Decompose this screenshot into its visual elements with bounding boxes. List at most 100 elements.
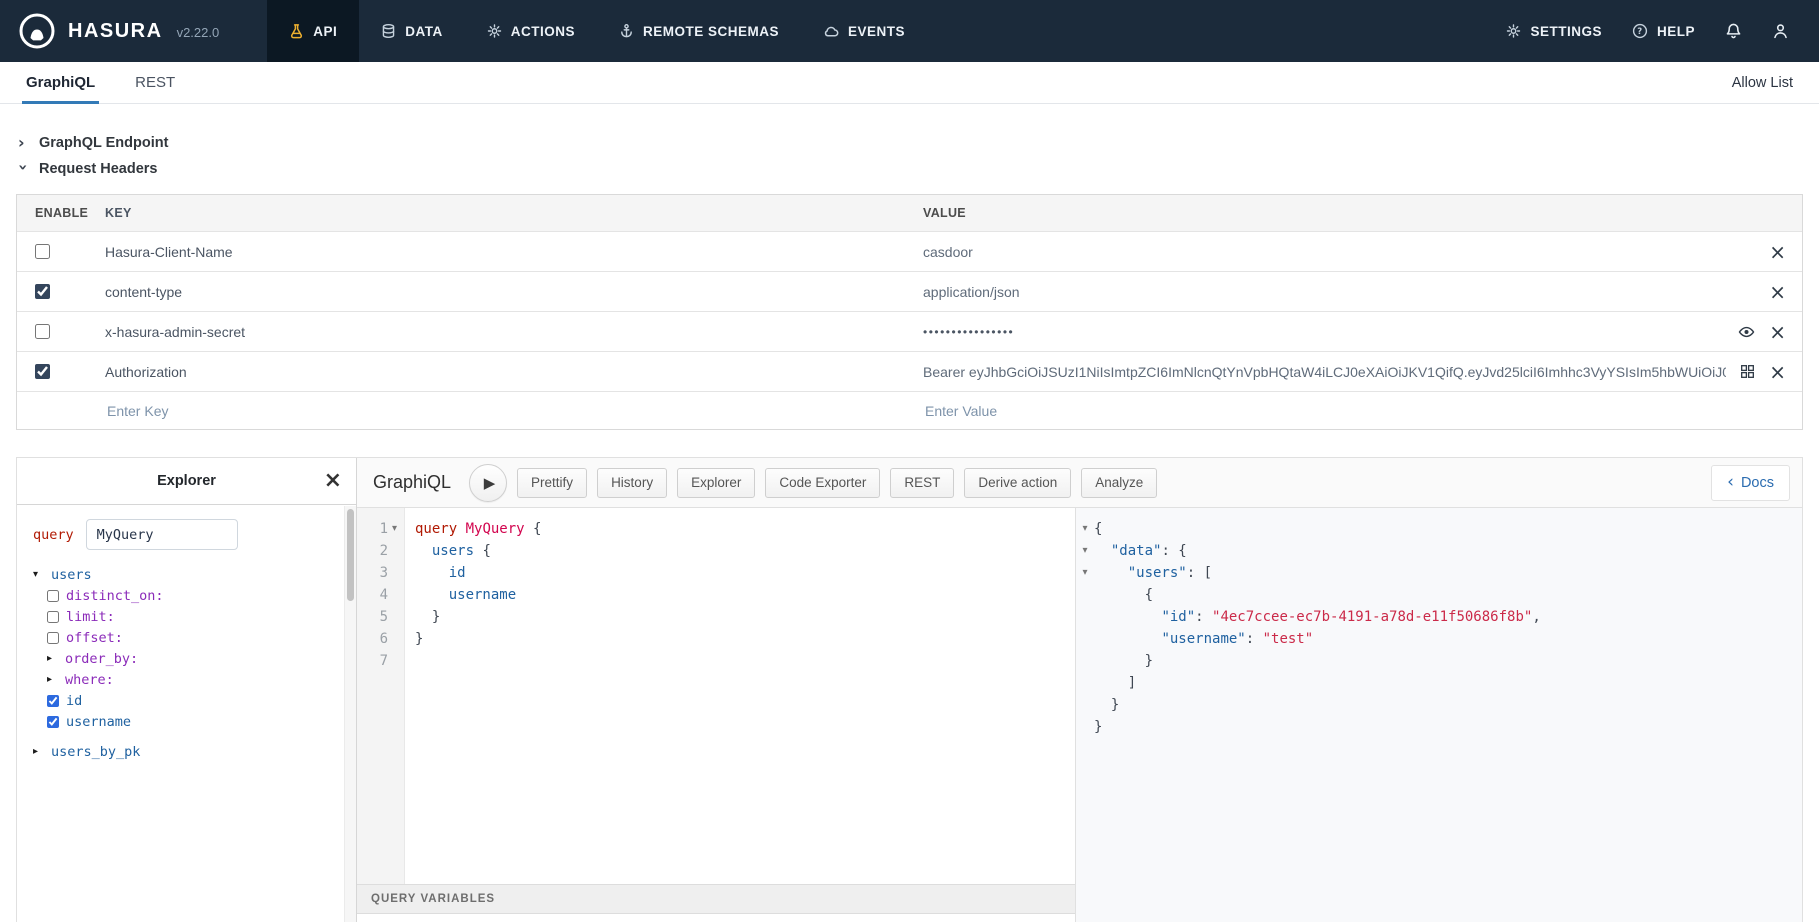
explorer-tree-item[interactable]: ▾ users xyxy=(33,564,340,585)
query-variables-bar[interactable]: QUERY VARIABLES xyxy=(357,884,1075,914)
explorer-tree-item[interactable]: distinct_on: xyxy=(33,585,340,606)
remove-header-icon[interactable]: × xyxy=(1769,362,1786,382)
fold-arrow-icon[interactable]: ▾ xyxy=(1076,540,1094,562)
user-account-icon[interactable] xyxy=(1772,22,1789,40)
field-checkbox[interactable] xyxy=(47,716,59,728)
history-button[interactable]: History xyxy=(597,468,667,498)
request-headers-toggle[interactable]: › Request Headers xyxy=(18,156,1819,182)
scrollbar-thumb[interactable] xyxy=(347,509,354,601)
query-variables-editor[interactable] xyxy=(357,914,1075,922)
nav-item-api[interactable]: API xyxy=(267,0,359,62)
header-key[interactable]: x-hasura-admin-secret xyxy=(105,324,923,340)
header-row-authorization: Authorization Bearer eyJhbGciOiJSUzI1NiI… xyxy=(17,351,1802,391)
code-line xyxy=(415,650,1075,672)
expand-arrow-icon[interactable]: ▸ xyxy=(33,746,44,757)
tab-rest[interactable]: REST xyxy=(135,62,175,103)
code-line: } xyxy=(415,628,1075,650)
fold-spacer xyxy=(1076,606,1094,628)
close-explorer-icon[interactable]: × xyxy=(324,470,342,492)
chevron-down-icon: › xyxy=(15,164,31,174)
derive-action-button[interactable]: Derive action xyxy=(964,468,1071,498)
expand-arrow-icon[interactable]: ▸ xyxy=(47,674,58,685)
expand-arrow-icon[interactable]: ▸ xyxy=(47,653,58,664)
header-value[interactable]: application/json xyxy=(923,284,1755,300)
sections: › GraphQL Endpoint › Request Headers xyxy=(0,104,1819,182)
code-line: username xyxy=(415,584,1075,606)
explorer-tree-item[interactable]: ▸users_by_pk xyxy=(33,741,340,762)
fold-spacer xyxy=(1076,628,1094,650)
tree-node-label: where: xyxy=(65,672,114,688)
header-value[interactable]: Bearer eyJhbGciOiJSUzI1NiIsImtpZCI6ImNlc… xyxy=(923,364,1726,380)
decode-jwt-icon[interactable] xyxy=(1740,364,1755,379)
enable-header-checkbox[interactable] xyxy=(35,324,50,339)
nav-item-remote-schemas[interactable]: REMOTE SCHEMAS xyxy=(597,0,801,62)
editor-code[interactable]: query MyQuery { users { id username }} xyxy=(405,508,1075,884)
prettify-button[interactable]: Prettify xyxy=(517,468,587,498)
allow-list-link[interactable]: Allow List xyxy=(1732,75,1793,91)
explorer-button[interactable]: Explorer xyxy=(677,468,755,498)
response-code: { "data": { "users": [ { "id": "4ec7ccee… xyxy=(1094,508,1802,922)
tree-node-label: order_by: xyxy=(65,651,138,667)
header-value[interactable]: casdoor xyxy=(923,244,1755,260)
graphql-endpoint-toggle[interactable]: › GraphQL Endpoint xyxy=(18,130,1819,156)
tab-graphiql[interactable]: GraphiQL xyxy=(26,62,95,103)
explorer-tree-item[interactable]: id xyxy=(33,690,340,711)
new-header-key-input[interactable] xyxy=(105,402,425,420)
new-header-value-input[interactable] xyxy=(923,402,1243,420)
query-editor[interactable]: 1▾234567 query MyQuery { users { id user… xyxy=(357,508,1075,884)
tree-node-label: users xyxy=(51,567,92,583)
tree-node-label: offset: xyxy=(66,630,123,646)
query-keyword-label: query xyxy=(33,527,74,543)
explorer-tree-item[interactable]: ▸ where: xyxy=(33,669,340,690)
collapse-arrow-icon[interactable]: ▾ xyxy=(33,569,44,580)
remove-header-icon[interactable]: × xyxy=(1769,242,1786,262)
line-number: 2 xyxy=(357,540,404,562)
analyze-button[interactable]: Analyze xyxy=(1081,468,1157,498)
code-exporter-button[interactable]: Code Exporter xyxy=(765,468,880,498)
remove-header-icon[interactable]: × xyxy=(1769,322,1786,342)
nav-right: SETTINGS ? HELP xyxy=(1506,0,1819,62)
tab-rest-label: REST xyxy=(135,74,175,91)
explorer-tree-item[interactable]: limit: xyxy=(33,606,340,627)
docs-label: Docs xyxy=(1741,475,1774,491)
editor-gutter: 1▾234567 xyxy=(357,508,405,884)
field-checkbox[interactable] xyxy=(47,611,59,623)
field-checkbox[interactable] xyxy=(47,695,59,707)
field-checkbox[interactable] xyxy=(47,590,59,602)
docs-button[interactable]: ‹ Docs xyxy=(1711,465,1790,501)
execute-query-button[interactable]: ▶ xyxy=(469,464,507,502)
nav-item-data[interactable]: DATA xyxy=(359,0,465,62)
enable-header-checkbox[interactable] xyxy=(35,364,50,379)
header-key[interactable]: Hasura-Client-Name xyxy=(105,244,923,260)
nav-item-events[interactable]: EVENTS xyxy=(801,0,927,62)
enable-header-checkbox[interactable] xyxy=(35,244,50,259)
header-row-content-type: content-type application/json × xyxy=(17,271,1802,311)
settings-label: SETTINGS xyxy=(1530,24,1602,39)
gear-icon xyxy=(1506,23,1521,39)
fold-arrow-icon[interactable]: ▾ xyxy=(1076,562,1094,584)
request-headers-label: Request Headers xyxy=(39,161,157,177)
header-value-masked[interactable]: •••••••••••••••• xyxy=(923,325,1724,339)
enable-header-checkbox[interactable] xyxy=(35,284,50,299)
operation-name-input[interactable] xyxy=(86,519,238,550)
line-number: 4 xyxy=(357,584,404,606)
explorer-tree-item[interactable]: offset: xyxy=(33,627,340,648)
rest-button[interactable]: REST xyxy=(890,468,954,498)
remove-header-icon[interactable]: × xyxy=(1769,282,1786,302)
settings-button[interactable]: SETTINGS xyxy=(1506,23,1602,39)
nav-item-actions[interactable]: ACTIONS xyxy=(465,0,597,62)
explorer-tree-item[interactable]: username xyxy=(33,711,340,732)
code-line: } xyxy=(415,606,1075,628)
brand[interactable]: HASURA v2.22.0 xyxy=(0,0,229,62)
explorer-tree-item[interactable]: ▸ order_by: xyxy=(33,648,340,669)
header-key[interactable]: Authorization xyxy=(105,364,923,380)
reveal-secret-eye-icon[interactable] xyxy=(1738,324,1755,340)
help-button[interactable]: ? HELP xyxy=(1632,23,1695,39)
play-icon: ▶ xyxy=(484,474,496,492)
fold-arrow-icon[interactable]: ▾ xyxy=(388,518,401,540)
header-key[interactable]: content-type xyxy=(105,284,923,300)
notifications-bell-icon[interactable] xyxy=(1725,22,1742,40)
api-tabbar: GraphiQL REST Allow List xyxy=(0,62,1819,104)
field-checkbox[interactable] xyxy=(47,632,59,644)
fold-arrow-icon[interactable]: ▾ xyxy=(1076,518,1094,540)
